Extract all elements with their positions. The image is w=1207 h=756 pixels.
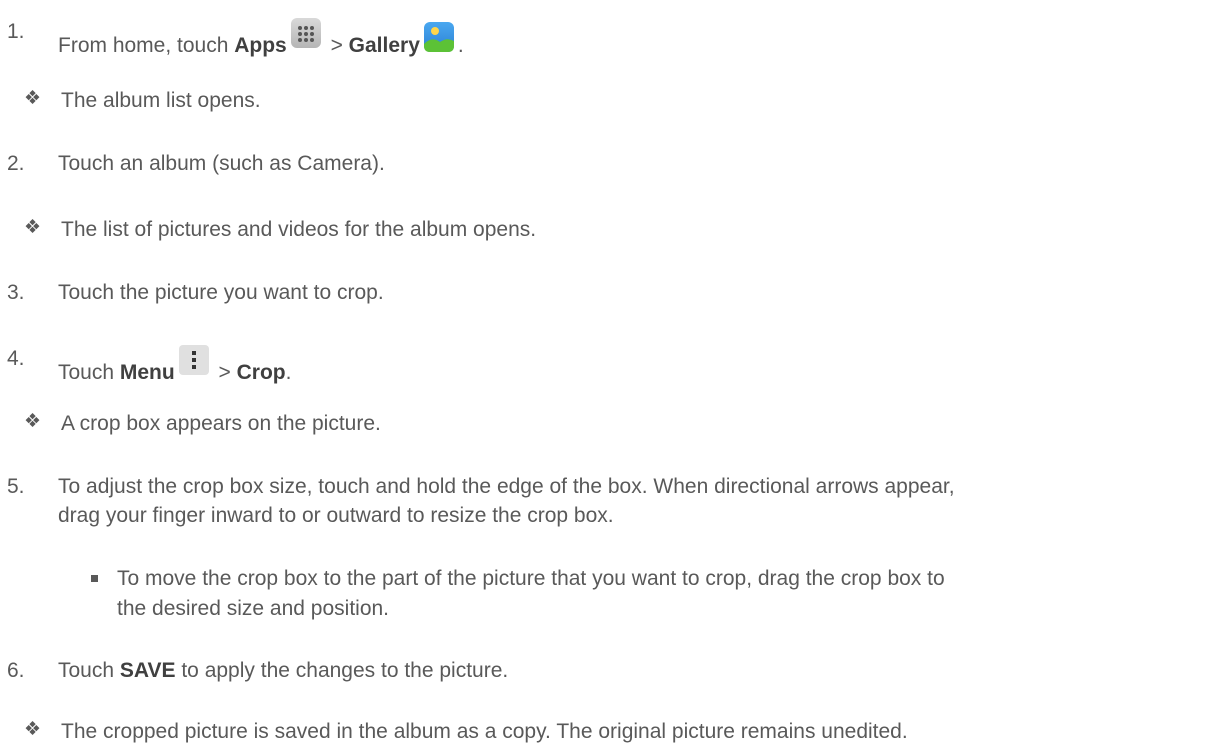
save-label: SAVE xyxy=(119,659,176,682)
step-number: 6. xyxy=(7,659,25,682)
step-text: Touch Menu > Crop. xyxy=(58,345,291,386)
step-number: 1. xyxy=(7,20,25,43)
step-text: Touch the picture you want to crop. xyxy=(58,281,384,304)
gallery-label: Gallery xyxy=(348,34,420,57)
diamond-bullet: ❖ xyxy=(24,411,42,432)
step-suffix: . xyxy=(457,34,464,57)
crop-label: Crop xyxy=(236,361,286,384)
step-text: Touch SAVE to apply the changes to the p… xyxy=(58,657,508,684)
result-text: The cropped picture is saved in the albu… xyxy=(61,720,908,743)
sub-text-line-1: To move the crop box to the part of the … xyxy=(117,567,945,590)
menu-label: Menu xyxy=(119,361,175,384)
diamond-bullet: ❖ xyxy=(24,719,42,740)
overflow-menu-icon xyxy=(178,345,209,375)
step-suffix: . xyxy=(285,361,292,384)
apps-label: Apps xyxy=(234,34,287,57)
step-prefix: Touch xyxy=(58,361,120,384)
gallery-icon xyxy=(423,22,454,52)
diamond-bullet: ❖ xyxy=(24,217,42,238)
sub-text-line-2: the desired size and position. xyxy=(117,597,390,620)
step-prefix: Touch xyxy=(58,659,120,682)
step-text: From home, touch Apps > Gallery. xyxy=(58,18,464,59)
separator: > xyxy=(212,361,237,384)
result-text: The album list opens. xyxy=(61,89,261,112)
apps-grid-icon xyxy=(290,18,321,48)
step-prefix: From home, touch xyxy=(58,34,235,57)
step-number: 5. xyxy=(7,475,25,498)
step-suffix: to apply the changes to the picture. xyxy=(175,659,509,682)
separator: > xyxy=(324,34,349,57)
result-text: A crop box appears on the picture. xyxy=(61,412,381,435)
step-number: 3. xyxy=(7,281,25,304)
diamond-bullet: ❖ xyxy=(24,88,42,109)
step-text: Touch an album (such as Camera). xyxy=(58,152,385,175)
result-text: The list of pictures and videos for the … xyxy=(61,218,537,241)
step-text-line-1: To adjust the crop box size, touch and h… xyxy=(58,475,955,498)
step-number: 4. xyxy=(7,347,25,370)
square-bullet xyxy=(91,575,98,582)
step-text-line-2: drag your finger inward to or outward to… xyxy=(58,504,614,527)
step-number: 2. xyxy=(7,152,25,175)
